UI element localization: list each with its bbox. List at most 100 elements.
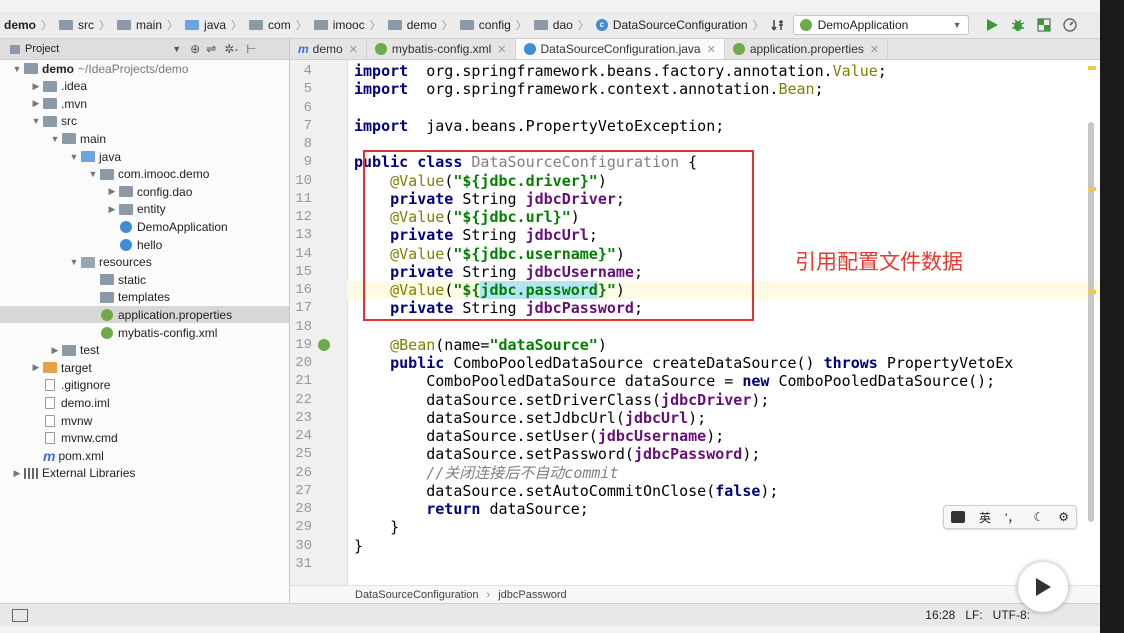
code-line[interactable]: import java.beans.PropertyVetoException; <box>354 117 724 135</box>
code-line[interactable]: dataSource.setAutoCommitOnClose(false); <box>354 482 778 500</box>
close-icon[interactable]: ✕ <box>349 43 358 56</box>
hide-panel-icon[interactable]: ⊢ <box>246 42 256 56</box>
tree-item[interactable]: hello <box>105 236 162 253</box>
chevron-right-icon[interactable]: ▶ <box>10 468 24 479</box>
chevron-right-icon[interactable]: ▶ <box>105 204 119 215</box>
breadcrumb-class[interactable]: DataSourceConfiguration <box>355 589 479 601</box>
build-icon[interactable] <box>769 16 787 34</box>
tab-datasource-configuration[interactable]: DataSourceConfiguration.java ✕ <box>515 39 725 59</box>
run-configuration-select[interactable]: DemoApplication ▼ <box>792 15 969 35</box>
chevron-right-icon[interactable]: ▶ <box>29 362 43 373</box>
nav-crumb-java[interactable]: java 〉 <box>181 12 245 38</box>
close-icon[interactable]: ✕ <box>707 43 716 56</box>
chevron-down-icon[interactable]: ▼ <box>172 44 181 54</box>
vertical-scrollbar[interactable] <box>1088 122 1094 522</box>
ime-logo-icon[interactable] <box>951 511 966 523</box>
tab-demo[interactable]: m demo ✕ <box>290 39 367 59</box>
nav-crumb-com[interactable]: com 〉 <box>245 12 310 38</box>
tree-item[interactable]: ▶ .idea <box>29 78 88 95</box>
code-line[interactable]: dataSource.setJdbcUrl(jdbcUrl); <box>354 409 706 427</box>
nav-crumb-demo[interactable]: demo 〉 <box>384 12 456 38</box>
tree-item[interactable]: ▶ External Libraries <box>10 465 136 482</box>
line-separator[interactable]: LF: <box>965 608 982 622</box>
tree-item[interactable]: ▼ src <box>29 113 77 130</box>
tree-item[interactable]: ▼ com.imooc.demo <box>86 166 210 183</box>
profile-button[interactable] <box>1061 16 1079 34</box>
chevron-down-icon[interactable]: ▼ <box>48 134 62 144</box>
package-icon <box>459 20 474 30</box>
ime-language[interactable]: 英 <box>979 509 991 526</box>
gear-icon[interactable]: ⚙ <box>1058 510 1069 524</box>
code-line[interactable]: //关闭连接后不自动commit <box>354 464 618 482</box>
error-stripe-marker[interactable] <box>1088 290 1096 294</box>
tree-item[interactable]: ▶ .mvn <box>29 95 87 112</box>
gear-icon[interactable]: ✲- <box>224 42 238 56</box>
chevron-down-icon[interactable]: ▼ <box>67 152 81 162</box>
tree-item[interactable]: .gitignore <box>29 377 110 394</box>
chevron-down-icon[interactable]: ▼ <box>86 169 100 179</box>
code-line[interactable]: import org.springframework.context.annot… <box>354 80 824 98</box>
tree-item[interactable]: static <box>86 271 146 288</box>
sync-icon[interactable]: ⊕ <box>190 42 200 56</box>
close-icon[interactable]: ✕ <box>497 43 506 56</box>
warning-marker[interactable] <box>1088 66 1096 70</box>
moon-icon[interactable]: ☾ <box>1033 510 1044 524</box>
tree-item[interactable]: mvnw.cmd <box>29 430 118 447</box>
tree-item[interactable]: application.properties <box>0 306 289 324</box>
code-line[interactable]: ComboPooledDataSource dataSource = new C… <box>354 372 995 390</box>
collapse-icon[interactable]: ⇌ <box>206 42 216 56</box>
ime-punctuation[interactable]: '， <box>1005 509 1019 526</box>
chevron-down-icon[interactable]: ▼ <box>67 257 81 267</box>
tree-item[interactable]: demo.iml <box>29 394 110 411</box>
tree-item[interactable]: ▼ resources <box>67 254 152 271</box>
chevron-right-icon[interactable]: ▶ <box>105 186 119 197</box>
nav-crumb-dao[interactable]: dao 〉 <box>530 12 592 38</box>
project-panel-title[interactable]: Project <box>25 43 59 55</box>
debug-button[interactable] <box>1009 16 1027 34</box>
chevron-down-icon[interactable]: ▼ <box>10 64 24 74</box>
code-line[interactable]: public ComboPooledDataSource createDataS… <box>354 354 1013 372</box>
chevron-right-icon[interactable]: ▶ <box>29 81 43 92</box>
tree-item[interactable]: m pom.xml <box>29 447 104 464</box>
code-line[interactable]: } <box>354 537 363 555</box>
breadcrumb-field[interactable]: jdbcPassword <box>498 589 566 601</box>
close-icon[interactable]: ✕ <box>870 43 879 56</box>
code-line[interactable]: dataSource.setDriverClass(jdbcDriver); <box>354 391 769 409</box>
run-button[interactable] <box>983 16 1001 34</box>
tree-item[interactable]: mybatis-config.xml <box>86 324 217 341</box>
tab-application-properties[interactable]: application.properties ✕ <box>725 39 889 59</box>
code-line[interactable]: return dataSource; <box>354 500 589 518</box>
code-line[interactable]: import org.springframework.beans.factory… <box>354 62 887 80</box>
tree-item[interactable]: DemoApplication <box>105 218 228 235</box>
nav-crumb-main[interactable]: main 〉 <box>113 12 181 38</box>
nav-crumb-src[interactable]: src 〉 <box>55 12 113 38</box>
tree-item[interactable]: ▼ java <box>67 148 121 165</box>
tree-item[interactable]: ▶ config.dao <box>105 183 193 200</box>
tree-item[interactable]: templates <box>86 289 170 306</box>
tree-item[interactable]: ▶ test <box>48 342 100 359</box>
nav-crumb-project[interactable]: demo 〉 <box>0 12 55 38</box>
bean-gutter-icon[interactable] <box>318 338 330 351</box>
chevron-down-icon[interactable]: ▼ <box>29 116 43 126</box>
nav-crumb-imooc[interactable]: imooc 〉 <box>310 12 384 38</box>
code-line[interactable]: dataSource.setPassword(jdbcPassword); <box>354 445 760 463</box>
tree-item[interactable]: ▼ demo ~/IdeaProjects/demo <box>10 60 189 77</box>
code-line[interactable]: dataSource.setUser(jdbcUsername); <box>354 427 724 445</box>
caret-position[interactable]: 16:28 <box>925 608 955 622</box>
tree-item[interactable]: ▶ entity <box>105 201 166 218</box>
toggle-panels-icon[interactable] <box>12 608 28 622</box>
video-play-button[interactable] <box>1018 562 1068 612</box>
tab-mybatis-config[interactable]: mybatis-config.xml ✕ <box>367 39 516 59</box>
file-encoding[interactable]: UTF-8: <box>993 608 1030 622</box>
code-line[interactable]: @Bean(name="dataSource") <box>354 336 607 354</box>
tree-item[interactable]: ▶ target <box>29 359 92 376</box>
chevron-right-icon[interactable]: ▶ <box>48 345 62 356</box>
tree-item[interactable]: ▼ main <box>48 130 106 147</box>
nav-crumb-config[interactable]: config 〉 <box>456 12 530 38</box>
tree-item[interactable]: mvnw <box>29 412 92 429</box>
chevron-right-icon[interactable]: ▶ <box>29 98 43 109</box>
error-stripe-marker[interactable] <box>1088 187 1096 191</box>
coverage-button[interactable] <box>1035 16 1053 34</box>
code-line[interactable]: } <box>354 518 399 536</box>
nav-crumb-class[interactable]: c DataSourceConfiguration 〉 <box>592 12 767 38</box>
